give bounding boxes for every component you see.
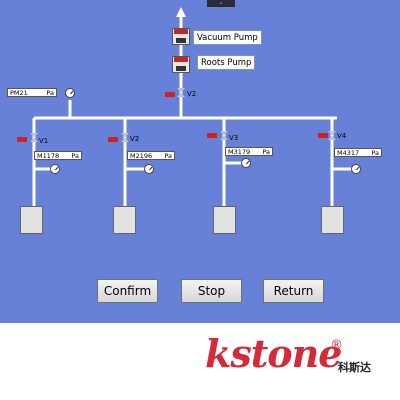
m4-unit: Pa [371,149,379,157]
valve-v1-tag [17,137,27,142]
m2-unit: Pa [164,152,172,160]
logo-chinese-name: 科斯达 [338,361,371,374]
pm21-unit: Pa [46,89,54,97]
roots-pump-label: Roots Pump [197,55,256,70]
roots-pump-icon [172,56,190,73]
m4-readout: M4317 Pa [334,148,382,157]
chamber-4 [321,206,344,234]
top-collapse-tab[interactable]: ⌄ [207,0,235,7]
valve-v4-label: V4 [337,132,347,140]
m4-gauge-icon [351,164,361,174]
kstone-logo-text: kstone [205,331,342,376]
valve-v2-top-label: V2 [187,90,197,98]
m1-unit: Pa [71,152,79,160]
return-button[interactable]: Return [263,279,324,303]
chamber-3 [213,206,236,234]
pm21-readout: PM21 Pa [7,88,57,97]
pm21-gauge-icon [65,88,75,98]
valve-v2-top-tag [165,92,175,97]
m3-gauge-icon [241,158,251,168]
vacuum-pump-label: Vacuum Pump [193,30,262,45]
m3-value: 179 [237,148,251,156]
m1-value: 178 [46,152,60,160]
valve-v1-label: V1 [39,137,49,145]
valve-v4-icon[interactable] [328,131,336,140]
chamber-2 [113,206,136,234]
m2-gauge-icon [144,164,154,174]
m3-unit: Pa [262,148,270,156]
m1-gauge-icon [50,164,60,174]
m4-value: 317 [346,149,360,157]
valve-v1-icon[interactable] [30,133,38,142]
stop-button[interactable]: Stop [181,279,242,303]
vacuum-pump-icon [172,28,190,45]
vacuum-control-panel: ⌄ Vacuum Pump Roots Pump V2 PM21 Pa V1 M… [0,0,400,323]
m3-readout: M3179 Pa [225,147,273,156]
valve-v3-label: V3 [229,134,239,142]
m4-name: M4 [337,149,347,157]
m1-name: M1 [37,152,47,160]
confirm-button[interactable]: Confirm [97,279,158,303]
m3-name: M3 [228,148,238,156]
registered-mark: ® [330,338,343,353]
valve-v4-tag [318,133,328,138]
valve-v3-icon[interactable] [220,131,228,140]
m1-readout: M1178 Pa [34,151,82,160]
m2-name: M2 [130,152,140,160]
exhaust-arrow-icon [176,7,186,17]
valve-v2-tag [108,137,118,142]
valve-v2-label: V2 [130,135,140,143]
m2-value: 196 [139,152,153,160]
valve-v2-top-icon[interactable] [177,88,185,97]
pm21-value: PM21 [10,89,28,97]
valve-v3-tag [207,133,217,138]
chamber-1 [20,206,43,234]
m2-readout: M2196 Pa [127,151,175,160]
valve-v2-icon[interactable] [121,133,129,142]
pipe-network [32,16,352,207]
